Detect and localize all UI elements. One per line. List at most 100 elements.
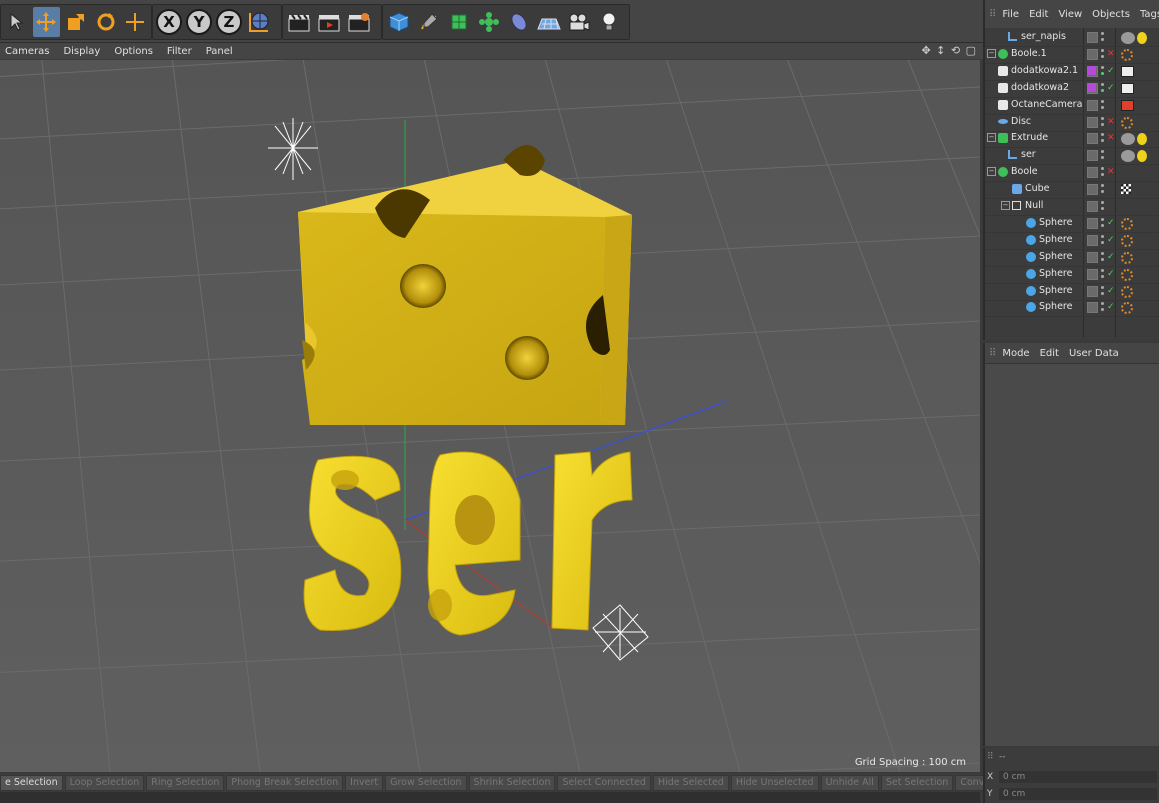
object-row[interactable]: − Extrude ✕: [985, 130, 1159, 149]
render-visibility-dot[interactable]: [1101, 105, 1104, 109]
object-row[interactable]: Sphere ✓: [985, 232, 1159, 250]
enabled-check-icon[interactable]: ✓: [1107, 83, 1115, 93]
object-name[interactable]: Boole: [1011, 166, 1038, 177]
render-visibility-dot[interactable]: [1101, 38, 1104, 41]
viewport-menu-filter[interactable]: Filter: [167, 46, 192, 57]
yellow-material-tag-icon[interactable]: [1137, 150, 1147, 163]
expand-toggle-icon[interactable]: −: [987, 133, 996, 143]
object-name[interactable]: Cube: [1025, 183, 1050, 194]
add-cube-button[interactable]: [385, 7, 413, 37]
editor-visibility-dot[interactable]: [1101, 201, 1104, 204]
editor-visibility-dot[interactable]: [1101, 251, 1104, 255]
layer-icon[interactable]: [1087, 251, 1098, 263]
object-row[interactable]: ser_napis: [985, 29, 1159, 47]
texture-tag-icon[interactable]: [1121, 184, 1131, 195]
grow-selection-button[interactable]: Grow Selection: [385, 774, 467, 791]
viewport-menu-cameras[interactable]: Cameras: [5, 46, 49, 57]
spline-pen-button[interactable]: [415, 7, 443, 37]
object-row[interactable]: Disc ✕: [985, 114, 1159, 132]
editor-visibility-dot[interactable]: [1101, 268, 1104, 272]
disabled-x-icon[interactable]: ✕: [1107, 168, 1115, 177]
editor-visibility-dot[interactable]: [1101, 184, 1104, 188]
object-row[interactable]: Sphere ✓: [985, 299, 1159, 318]
menu-view[interactable]: View: [1058, 9, 1082, 20]
editor-visibility-dot[interactable]: [1101, 48, 1104, 52]
shrink-selection-button[interactable]: Shrink Selection: [468, 774, 556, 791]
expand-toggle-icon[interactable]: −: [987, 167, 996, 177]
editor-visibility-dot[interactable]: [1101, 285, 1104, 289]
layer-icon[interactable]: [1087, 48, 1098, 60]
object-name[interactable]: Sphere: [1039, 251, 1072, 262]
object-row[interactable]: dodatkowa2 ✓: [985, 80, 1159, 98]
hide-selected-button[interactable]: Hide Selected: [652, 774, 729, 791]
object-row[interactable]: Sphere ✓: [985, 249, 1159, 267]
render-visibility-dot[interactable]: [1101, 122, 1104, 126]
object-row[interactable]: Cube: [985, 181, 1159, 200]
render-visibility-dot[interactable]: [1101, 274, 1104, 278]
object-name[interactable]: dodatkowa2: [1011, 82, 1069, 93]
editor-visibility-dot[interactable]: [1101, 167, 1104, 171]
ring-selection-button[interactable]: Ring Selection: [146, 774, 225, 791]
menu-mode[interactable]: Mode: [1002, 348, 1029, 359]
layer-icon[interactable]: [1087, 184, 1098, 196]
object-name[interactable]: Sphere: [1039, 234, 1072, 245]
menu-objects[interactable]: Objects: [1092, 9, 1130, 20]
editor-visibility-dot[interactable]: [1101, 150, 1104, 154]
enabled-check-icon[interactable]: ✓: [1107, 252, 1115, 262]
object-row[interactable]: Sphere ✓: [985, 266, 1159, 284]
disabled-x-icon[interactable]: ✕: [1107, 49, 1115, 59]
phong-tag-icon[interactable]: [1121, 234, 1133, 247]
render-to-picture-viewer-button[interactable]: [315, 7, 343, 37]
menu-file[interactable]: File: [1002, 9, 1019, 20]
phong-tag-icon[interactable]: [1121, 48, 1133, 61]
editor-visibility-dot[interactable]: [1101, 99, 1104, 103]
object-row[interactable]: − Boole ✕: [985, 164, 1159, 183]
viewport-menu-options[interactable]: Options: [114, 46, 153, 57]
phong-tag-icon[interactable]: [1121, 268, 1133, 281]
layer-icon[interactable]: [1087, 201, 1098, 212]
layer-icon[interactable]: [1087, 285, 1098, 297]
render-visibility-dot[interactable]: [1101, 207, 1104, 210]
object-name[interactable]: Sphere: [1039, 301, 1072, 312]
object-name[interactable]: Sphere: [1039, 217, 1072, 228]
transform-tool-button[interactable]: [121, 7, 149, 37]
object-row[interactable]: dodatkowa2.1 ✓: [985, 63, 1159, 81]
object-name[interactable]: Sphere: [1039, 268, 1072, 279]
object-name[interactable]: dodatkowa2.1: [1011, 65, 1078, 76]
enabled-check-icon[interactable]: ✓: [1107, 235, 1115, 245]
render-visibility-dot[interactable]: [1101, 156, 1104, 160]
material-sphere-tag-icon[interactable]: [1121, 150, 1147, 163]
menu-tags[interactable]: Tags: [1140, 9, 1159, 20]
enabled-check-icon[interactable]: ✓: [1107, 66, 1115, 76]
object-name[interactable]: Sphere: [1039, 285, 1072, 296]
editor-visibility-dot[interactable]: [1101, 217, 1104, 221]
object-name[interactable]: Disc: [1011, 116, 1031, 127]
invert-button[interactable]: Invert: [345, 774, 384, 791]
editor-visibility-dot[interactable]: [1101, 116, 1104, 120]
render-visibility-dot[interactable]: [1101, 54, 1104, 58]
editor-visibility-dot[interactable]: [1101, 65, 1104, 69]
phong-tag-icon[interactable]: [1121, 302, 1133, 315]
layer-icon[interactable]: [1087, 167, 1098, 179]
menu-user-data[interactable]: User Data: [1069, 348, 1119, 359]
object-name[interactable]: Extrude: [1011, 132, 1048, 143]
material-sphere-tag-icon[interactable]: [1121, 133, 1147, 146]
menu-edit[interactable]: Edit: [1029, 9, 1048, 20]
set-selection-button[interactable]: Set Selection: [880, 774, 954, 791]
layer-icon[interactable]: [1087, 133, 1098, 145]
expand-toggle-icon[interactable]: −: [1001, 201, 1010, 210]
render-view-button[interactable]: [285, 7, 313, 37]
x-axis-lock-button[interactable]: X: [155, 7, 183, 37]
disabled-x-icon[interactable]: ✕: [1107, 117, 1115, 127]
object-name[interactable]: Null: [1025, 200, 1043, 211]
yellow-material-tag-icon[interactable]: [1137, 133, 1147, 146]
camera-tag-icon[interactable]: [1121, 99, 1134, 111]
deformer-button[interactable]: [505, 7, 533, 37]
scale-tool-button[interactable]: [62, 7, 90, 37]
layer-icon[interactable]: [1087, 302, 1098, 314]
move-tool-button[interactable]: [32, 7, 61, 37]
phong-break-selection-button[interactable]: Phong Break Selection: [226, 774, 344, 791]
render-visibility-dot[interactable]: [1101, 291, 1104, 295]
select-connected-button[interactable]: Select Connected: [557, 774, 651, 791]
enabled-check-icon[interactable]: ✓: [1107, 286, 1115, 296]
